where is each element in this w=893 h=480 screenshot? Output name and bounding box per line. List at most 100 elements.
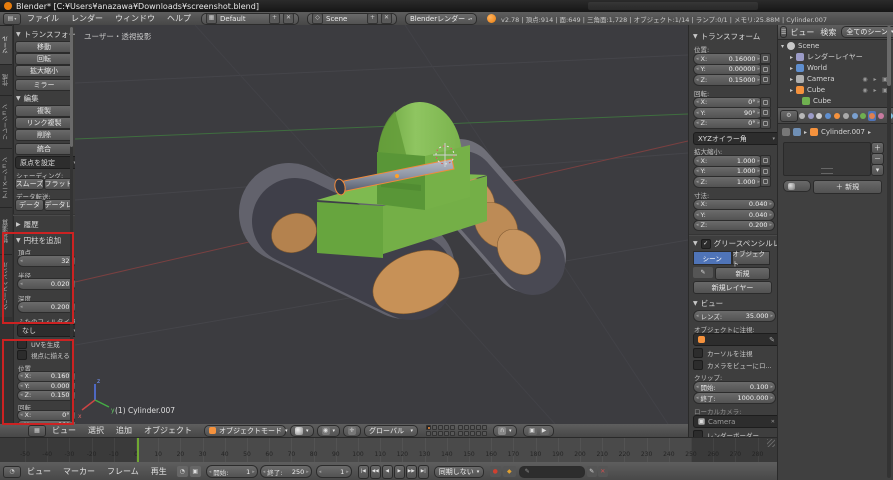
npanel-rotation-x-dec[interactable]: ◂	[696, 99, 699, 105]
layer-cell[interactable]	[458, 431, 464, 436]
topbar-menu-3[interactable]: ヘルプ	[161, 13, 197, 24]
npanel-dimensions-z-dec[interactable]: ◂	[696, 222, 699, 228]
cursor-select-icon[interactable]: ▸	[871, 86, 879, 94]
outliner-item-レンダーレイヤー-1[interactable]: ▸ レンダーレイヤー	[790, 52, 891, 62]
npanel-location-z-dec[interactable]: ◂	[696, 77, 699, 83]
frame-start[interactable]: ◂ 開始: 1 ▸	[205, 465, 258, 478]
layer-cell[interactable]	[438, 431, 444, 436]
layer-cell[interactable]	[444, 431, 450, 436]
rotation-mode-menu[interactable]: XYZオイラー角 ▾	[693, 132, 778, 145]
tool-shelf-tab-2[interactable]: リレーション	[0, 95, 12, 148]
npanel-scale-y-dec[interactable]: ◂	[696, 168, 699, 174]
tool-shelf-tab-3[interactable]: アニメーション	[0, 148, 12, 207]
properties-tab-constraints[interactable]	[841, 111, 850, 121]
play-reverse-button[interactable]: ◀	[381, 464, 393, 479]
scene-name[interactable]: Scene	[326, 15, 364, 23]
right-scrollbar[interactable]	[887, 26, 891, 478]
npanel-scale-x[interactable]: ◂ X: 1.000 ▸	[693, 155, 763, 167]
eye-icon[interactable]: ◉	[861, 86, 869, 94]
properties-tab-texture[interactable]	[876, 111, 885, 121]
panel-history-expander-icon[interactable]: ▶	[16, 221, 21, 228]
layer-cell[interactable]	[432, 431, 438, 436]
npanel-scale-z[interactable]: ◂ Z: 1.000 ▸	[693, 176, 763, 188]
edit-button-3[interactable]: 統合	[15, 143, 73, 155]
properties-tab-material[interactable]	[867, 110, 877, 121]
layers-widget-0[interactable]	[426, 425, 456, 436]
lock-cursor-checkbox[interactable]	[693, 348, 703, 358]
outliner-editor-type-icon[interactable]: ☰	[780, 26, 788, 38]
frame-end-inc[interactable]: ▸	[306, 469, 309, 475]
npanel-location-y-dec[interactable]: ◂	[696, 66, 699, 72]
jump-to-end-button[interactable]: ▶|	[417, 464, 429, 479]
properties-tab-render-layers[interactable]	[806, 111, 815, 121]
render-engine-select[interactable]: Blenderレンダー ▴▾	[405, 12, 477, 25]
edit-button-2[interactable]: 削除	[15, 129, 73, 141]
grease-pencil-icon[interactable]: ✎	[693, 267, 713, 278]
eye-icon[interactable]: ◉	[861, 75, 869, 83]
npanel-scale-z-lock-icon[interactable]	[760, 176, 771, 187]
transform-button-3[interactable]: ミラー	[15, 79, 73, 91]
orientation-select[interactable]: グローバル ▾	[364, 424, 419, 437]
keying-set-field[interactable]: ✎	[518, 465, 585, 478]
viewport-editor-type-icon[interactable]: ▦	[28, 424, 46, 437]
grease-new-button[interactable]: 新規	[715, 267, 770, 280]
layer-cell[interactable]	[482, 425, 488, 430]
material-new-button[interactable]: ＋ 新規	[813, 180, 882, 194]
layers-widget-1[interactable]	[458, 425, 488, 436]
transform-button-1[interactable]: 回転	[15, 53, 73, 65]
play-button[interactable]: ▶	[393, 464, 405, 479]
properties-tab-world[interactable]	[824, 111, 833, 121]
properties-tab-scene[interactable]	[815, 111, 824, 121]
transform-button-0[interactable]: 移動	[15, 41, 73, 53]
snap-toggle[interactable]: ∩ ▾	[493, 424, 517, 437]
npanel-rotation-z-dec[interactable]: ◂	[696, 120, 699, 126]
current-frame-marker[interactable]	[137, 438, 140, 462]
npanel-location-y-lock-icon[interactable]	[760, 63, 771, 75]
layer-cell[interactable]	[464, 425, 470, 430]
npanel-rotation-y[interactable]: ◂ Y: 90° ▸	[693, 107, 763, 119]
outliner-expander-icon[interactable]: ▸	[790, 54, 793, 61]
material-slot-menu-button[interactable]: ▾	[871, 164, 884, 176]
npanel-location-z[interactable]: ◂ Z: 0.15000 ▸	[693, 74, 763, 86]
layer-cell[interactable]	[432, 425, 438, 430]
grease-source-1[interactable]: オブジェクト	[731, 250, 770, 268]
lens[interactable]: ◂ レンズ: 35.000 ▸	[693, 310, 776, 322]
info-editor-icon[interactable]: ▤ ▾	[3, 12, 21, 25]
render-anim-icon[interactable]: ▶	[539, 426, 549, 435]
viewport-menu-1[interactable]: 選択	[82, 425, 110, 436]
timeline-menu-0[interactable]: ビュー	[21, 466, 57, 477]
layer-cell[interactable]	[464, 431, 470, 436]
next-keyframe-button[interactable]: ▶▶	[405, 464, 417, 479]
topbar-menu-1[interactable]: レンダー	[65, 13, 109, 24]
npanel-dimensions-z-inc[interactable]: ▸	[769, 222, 772, 228]
frame-start-dec[interactable]: ◂	[209, 469, 212, 475]
layer-cell[interactable]	[476, 431, 482, 436]
timeline-menu-1[interactable]: マーカー	[57, 466, 101, 477]
npanel-dimensions-y-dec[interactable]: ◂	[696, 212, 699, 218]
properties-tab-render[interactable]	[798, 111, 807, 121]
outliner-filter-select[interactable]: 全てのシーン ▾	[841, 26, 893, 38]
layout-delete-button[interactable]: ✕	[283, 13, 294, 24]
viewport-menu-3[interactable]: オブジェクト	[138, 425, 198, 436]
grease-pencil-checkbox[interactable]: ✓	[700, 238, 711, 249]
npanel-rotation-x-lock-icon[interactable]	[760, 96, 771, 108]
npanel-dimensions-x-inc[interactable]: ▸	[769, 201, 772, 207]
viewport-3d[interactable]: z x y ユーザー・透視投影 (1) Cylinder.007	[75, 25, 688, 424]
panel-transform[interactable]: ▼ トランスフォーム	[16, 29, 83, 40]
current-frame-inc[interactable]: ▸	[346, 469, 349, 475]
layer-cell[interactable]	[458, 425, 464, 430]
tool-shelf-tab-1[interactable]: 作成	[0, 64, 12, 95]
screen-layout-selector[interactable]: ▦ Default + ✕	[201, 12, 299, 25]
layer-cell[interactable]	[470, 425, 476, 430]
mode-select[interactable]: オブジェクトモード ▾	[204, 424, 288, 437]
material-slots-list[interactable]	[783, 142, 871, 176]
lens-dec[interactable]: ◂	[696, 313, 699, 319]
record-button[interactable]: ●	[489, 466, 501, 477]
npanel-rotation-z-lock-icon[interactable]	[760, 117, 771, 129]
tank-turret[interactable]	[377, 101, 470, 210]
current-frame[interactable]: ◂ 1 ▸	[315, 465, 352, 478]
properties-tab-object-data[interactable]	[859, 111, 868, 121]
viewport-menu-2[interactable]: 追加	[110, 425, 138, 436]
npanel-location-x-dec[interactable]: ◂	[696, 56, 699, 62]
scene-add-button[interactable]: +	[367, 13, 378, 24]
